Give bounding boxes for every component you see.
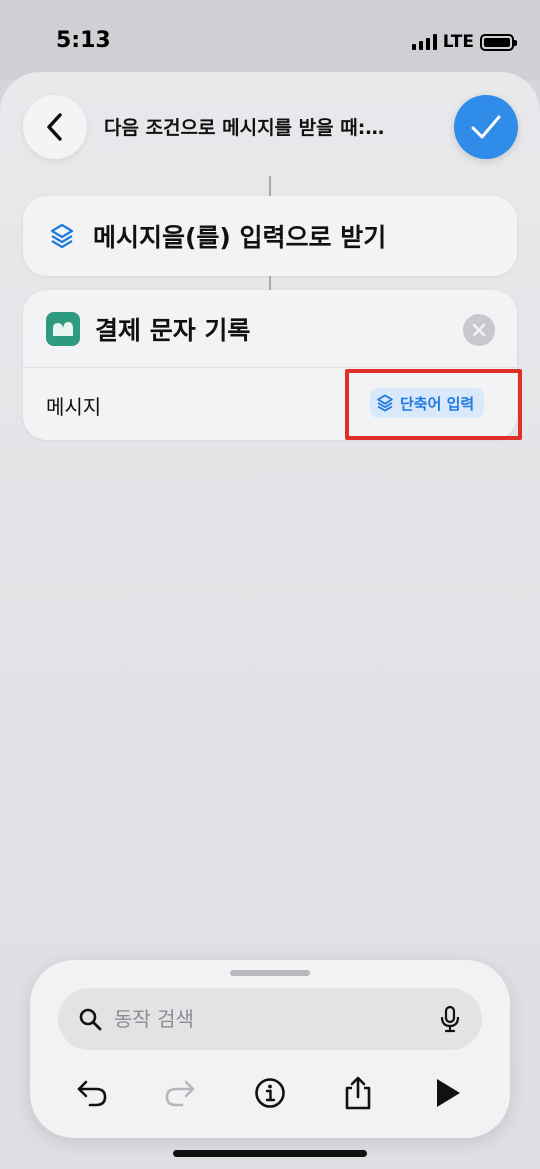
search-field[interactable] xyxy=(58,988,482,1050)
trigger-label: 메시지을(를) 입력으로 받기 xyxy=(93,223,387,252)
remove-action-button[interactable] xyxy=(463,314,495,346)
network-label: LTE xyxy=(442,32,474,52)
trigger-card[interactable]: 메시지을(를) 입력으로 받기 xyxy=(23,196,517,276)
search-input[interactable] xyxy=(114,1007,414,1031)
home-indicator xyxy=(173,1150,367,1157)
action-header: 결제 문자 기록 xyxy=(23,290,517,368)
page-title: 다음 조건으로 메시지를 받을 때:… xyxy=(104,117,385,139)
action-title: 결제 문자 기록 xyxy=(95,315,251,345)
share-button[interactable] xyxy=(338,1073,378,1113)
run-button[interactable] xyxy=(428,1073,468,1113)
parameter-label: 메시지 xyxy=(46,395,102,419)
checkmark-icon xyxy=(471,115,501,139)
chevron-left-icon xyxy=(47,113,62,141)
status-icons: LTE xyxy=(411,32,517,52)
close-icon xyxy=(472,323,486,337)
toolbar xyxy=(30,1067,510,1117)
undo-button[interactable] xyxy=(72,1073,112,1113)
search-icon xyxy=(79,1008,102,1031)
back-button[interactable] xyxy=(23,95,87,159)
app-icon xyxy=(46,311,80,346)
play-icon xyxy=(437,1079,460,1107)
highlight-box xyxy=(345,369,522,440)
redo-button[interactable] xyxy=(160,1073,200,1113)
shortcut-input-icon xyxy=(50,223,74,249)
undo-icon xyxy=(77,1080,107,1107)
microphone-icon[interactable] xyxy=(440,1005,460,1033)
battery-icon xyxy=(480,33,517,51)
signal-icon xyxy=(411,34,437,50)
redo-icon xyxy=(165,1080,195,1107)
info-button[interactable] xyxy=(250,1073,290,1113)
action-search-panel xyxy=(30,960,510,1138)
status-bar: 5:13 LTE xyxy=(0,0,540,80)
done-button[interactable] xyxy=(454,95,518,159)
status-time: 5:13 xyxy=(56,28,111,53)
share-icon xyxy=(345,1076,371,1110)
connector-line xyxy=(269,276,271,290)
info-icon xyxy=(255,1078,285,1108)
grabber-handle[interactable] xyxy=(230,970,310,976)
connector-line xyxy=(269,176,271,196)
